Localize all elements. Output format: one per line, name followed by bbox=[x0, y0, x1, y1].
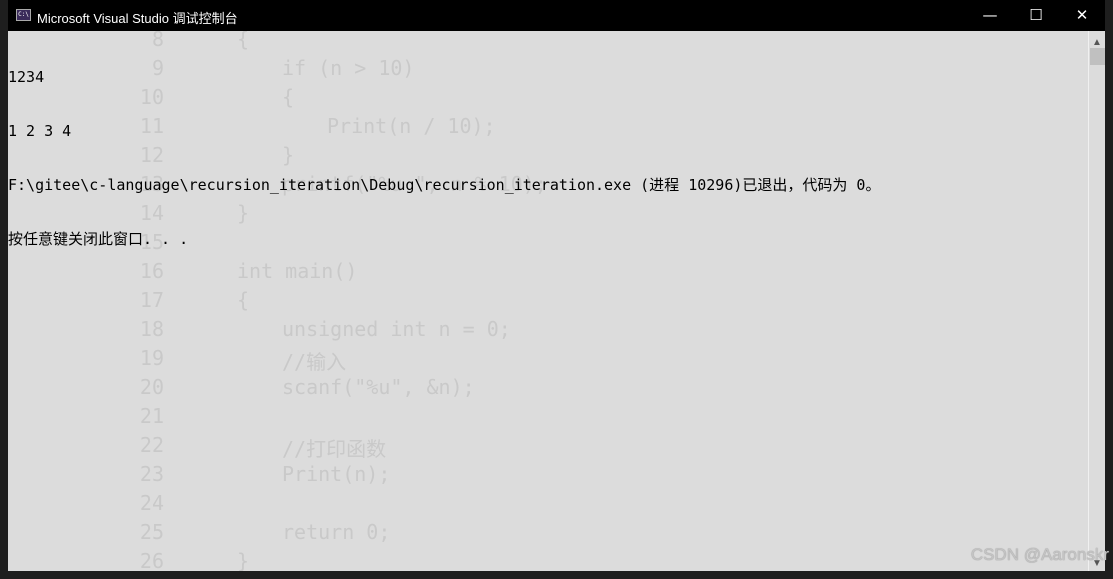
line-number: 18 bbox=[139, 317, 164, 341]
code-line: { bbox=[237, 288, 250, 312]
line-number: 21 bbox=[139, 404, 164, 428]
scroll-up-arrow-icon[interactable]: ▲ bbox=[1092, 37, 1102, 48]
watermark: CSDN @Aaronskr bbox=[970, 545, 1109, 564]
line-number: 19 bbox=[139, 346, 164, 370]
minimize-button[interactable]: — bbox=[967, 0, 1013, 31]
scrollbar-thumb[interactable] bbox=[1090, 48, 1105, 65]
code-line: return 0; bbox=[282, 520, 391, 544]
output-line: 1234 bbox=[8, 68, 45, 86]
close-button[interactable]: ✕ bbox=[1059, 0, 1105, 31]
line-number: 22 bbox=[139, 433, 164, 457]
console-output-area[interactable]: 7void Print(unsigned int n)8{9if (n > 10… bbox=[8, 31, 1088, 571]
code-line: Print(n); bbox=[282, 462, 391, 486]
output-line: F:\gitee\c-language\recursion_iteration\… bbox=[8, 176, 881, 194]
console-app-icon: C:\ bbox=[16, 9, 31, 21]
code-line: } bbox=[237, 549, 250, 571]
window-title: Microsoft Visual Studio 调试控制台 bbox=[37, 11, 238, 26]
code-line: unsigned int n = 0; bbox=[282, 317, 511, 341]
line-number: 26 bbox=[139, 549, 164, 571]
console-output: 1234 1 2 3 4 F:\gitee\c-language\recursi… bbox=[8, 32, 880, 284]
code-line: scanf("%u", &n); bbox=[282, 375, 475, 399]
line-number: 25 bbox=[139, 520, 164, 544]
maximize-button[interactable]: ☐ bbox=[1013, 0, 1059, 31]
line-number: 17 bbox=[139, 288, 164, 312]
line-number: 24 bbox=[139, 491, 164, 515]
code-line: //输入 bbox=[282, 350, 347, 374]
vertical-scrollbar[interactable]: ▲ ▼ bbox=[1088, 31, 1105, 571]
output-line: 按任意键关闭此窗口. . . bbox=[8, 230, 189, 248]
line-number: 23 bbox=[139, 462, 164, 486]
output-line: 1 2 3 4 bbox=[8, 122, 72, 140]
line-number: 20 bbox=[139, 375, 164, 399]
console-window: C:\ Microsoft Visual Studio 调试控制台 — ☐ ✕ … bbox=[8, 0, 1109, 571]
code-line: //打印函数 bbox=[282, 437, 387, 461]
title-bar[interactable]: C:\ Microsoft Visual Studio 调试控制台 — ☐ ✕ bbox=[8, 0, 1105, 31]
